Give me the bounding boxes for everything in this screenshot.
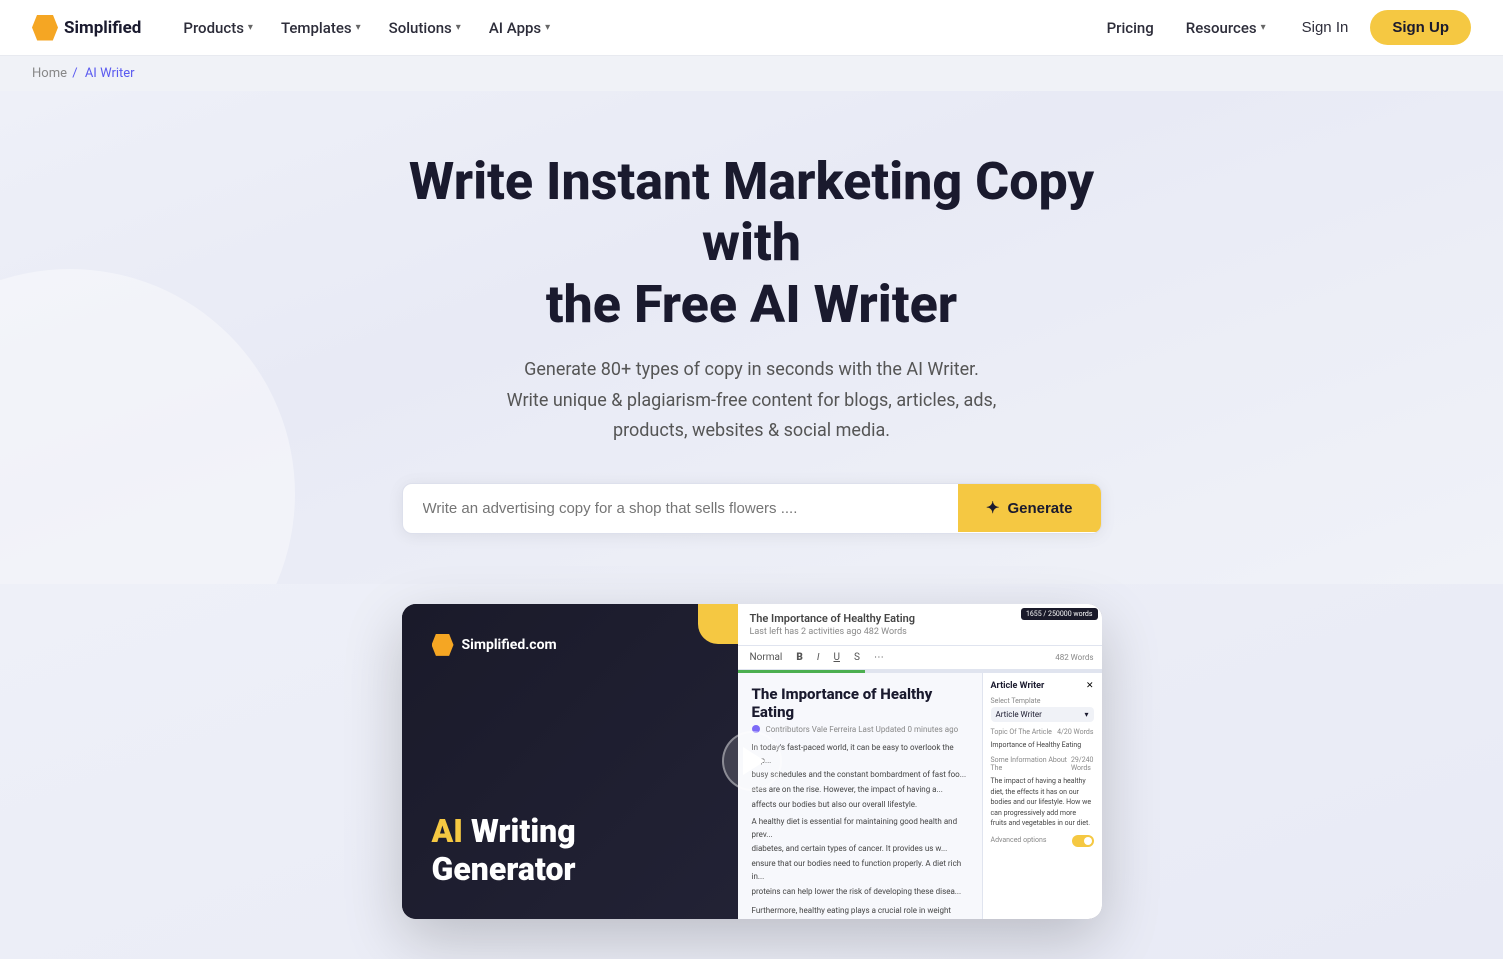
video-inner: Simplified.com AI WritingGenerator The I… [402, 604, 1102, 919]
doc-line-8: Furthermore, healthy eating plays a cruc… [752, 905, 968, 919]
doc-meta: Contributors Vale Ferreira Last Updated … [752, 725, 968, 734]
toolbar-underline[interactable]: U [829, 650, 843, 665]
generate-icon: ✦ [986, 498, 999, 518]
video-headline: AI WritingGenerator [432, 812, 708, 889]
hero-input-row: ✦ Generate [402, 483, 1102, 534]
doc-title-bar: The Importance of Healthy Eating Last le… [750, 612, 916, 637]
nav-templates[interactable]: Templates ▾ [267, 0, 375, 56]
hero-title: Write Instant Marketing Copy with the Fr… [372, 151, 1132, 335]
navbar: Simplified Products ▾ Templates ▾ Soluti… [0, 0, 1503, 56]
ai-sidebar-info-count: 29/240Words [1071, 756, 1094, 772]
ai-sidebar-topic-section: Topic Of The Article 4/20 Words Importan… [991, 728, 1094, 751]
video-headline-ai: AI [432, 812, 463, 850]
hero-subtitle: Generate 80+ types of copy in seconds wi… [462, 355, 1042, 447]
logo-icon [32, 15, 58, 41]
ai-sidebar-template-section: Select Template Article Writer ▾ [991, 697, 1094, 722]
chevron-down-icon: ▾ [456, 22, 461, 33]
doc-line-7: proteins can help lower the risk of deve… [752, 886, 968, 899]
chevron-down-icon: ▾ [356, 22, 361, 33]
chevron-down-icon: ▾ [1084, 710, 1088, 719]
breadcrumb-separator: / [72, 66, 77, 81]
nav-links: Products ▾ Templates ▾ Solutions ▾ AI Ap… [169, 0, 1092, 56]
breadcrumb-current: AI Writer [85, 66, 135, 81]
ai-sidebar-close-icon[interactable]: ✕ [1086, 681, 1094, 691]
signup-button[interactable]: Sign Up [1370, 10, 1471, 45]
ai-sidebar-topic-count: 4/20 Words [1057, 728, 1093, 736]
video-container: Simplified.com AI WritingGenerator The I… [402, 604, 1102, 919]
video-left-panel: Simplified.com AI WritingGenerator [402, 604, 738, 919]
generate-button[interactable]: ✦ Generate [958, 484, 1100, 532]
ai-sidebar-info-text: The impact of having a healthy diet, the… [991, 776, 1094, 829]
nav-pricing[interactable]: Pricing [1093, 0, 1168, 56]
video-brand: Simplified.com [432, 634, 708, 656]
doc-line-2: etes are on the rise. However, the impac… [752, 784, 968, 797]
doc-line-6: ensure that our bodies need to function … [752, 858, 968, 884]
ai-sidebar-topic-label: Topic Of The Article [991, 728, 1052, 736]
doc-meta-text: Contributors Vale Ferreira Last Updated … [766, 725, 959, 734]
word-count-badge: 1655 / 250000 words [1021, 608, 1098, 620]
logo-link[interactable]: Simplified [32, 15, 141, 41]
ai-sidebar-info-section: Some Information About The 29/240Words T… [991, 756, 1094, 829]
nav-products[interactable]: Products ▾ [169, 0, 267, 56]
ai-sidebar-template-label: Select Template [991, 697, 1094, 705]
hero-input[interactable] [403, 484, 959, 533]
logo-text: Simplified [64, 18, 141, 38]
signin-button[interactable]: Sign In [1284, 11, 1367, 44]
doc-tab-title: The Importance of Healthy Eating [750, 612, 916, 625]
nav-resources[interactable]: Resources ▾ [1172, 0, 1280, 56]
nav-ai-apps[interactable]: AI Apps ▾ [475, 0, 564, 56]
doc-line-5: diabetes, and certain types of cancer. I… [752, 843, 968, 856]
ai-sidebar-advanced-row: Advanced options [991, 835, 1094, 847]
video-brand-text: Simplified.com [462, 637, 557, 653]
chevron-down-icon: ▾ [545, 22, 550, 33]
toolbar-strikethrough[interactable]: S [850, 650, 864, 665]
breadcrumb-home-link[interactable]: Home [32, 66, 67, 81]
chevron-down-icon: ▾ [248, 22, 253, 33]
toolbar-italic[interactable]: I [813, 650, 824, 665]
doc-content: The Importance of Healthy Eating Contrib… [738, 673, 982, 919]
doc-line-0: In today's fast-paced world, it can be e… [752, 742, 968, 768]
doc-toolbar: Normal B I U S ⋯ 482 Words [738, 646, 1102, 670]
ai-sidebar-header: Article Writer ✕ [991, 681, 1094, 691]
hero-section: Write Instant Marketing Copy with the Fr… [0, 91, 1503, 584]
toolbar-bold[interactable]: B [792, 650, 806, 665]
toolbar-more[interactable]: ⋯ [870, 650, 888, 665]
video-brand-icon [432, 634, 454, 656]
breadcrumb: Home / AI Writer [0, 56, 1503, 91]
advanced-options-toggle[interactable] [1072, 835, 1094, 847]
doc-line-1: busy schedules and the constant bombardm… [752, 769, 968, 782]
ai-sidebar-topic-text: Importance of Healthy Eating [991, 740, 1094, 751]
toolbar-word-count: 482 Words [1055, 653, 1093, 662]
video-section: Simplified.com AI WritingGenerator The I… [0, 584, 1503, 959]
toolbar-normal[interactable]: Normal [746, 650, 787, 665]
doc-content-title: The Importance of Healthy Eating [752, 685, 968, 721]
nav-solutions[interactable]: Solutions ▾ [375, 0, 475, 56]
doc-body: The Importance of Healthy Eating Contrib… [738, 673, 1102, 919]
chevron-down-icon: ▾ [1261, 22, 1266, 33]
doc-line-4: A healthy diet is essential for maintain… [752, 816, 968, 842]
ai-sidebar-advanced-label: Advanced options [991, 836, 1047, 844]
ai-sidebar-info-label: Some Information About The [991, 756, 1071, 772]
doc-header: The Importance of Healthy Eating Last le… [738, 604, 1102, 646]
generate-label: Generate [1007, 500, 1072, 517]
video-right-panel: The Importance of Healthy Eating Last le… [738, 604, 1102, 919]
doc-line-3: affects our bodies but also our overall … [752, 799, 968, 812]
nav-right: Pricing Resources ▾ Sign In Sign Up [1093, 0, 1471, 56]
ai-sidebar: Article Writer ✕ Select Template Article… [982, 673, 1102, 919]
play-icon [743, 747, 765, 775]
doc-word-count: Last left has 2 activities ago 482 Words [750, 627, 916, 637]
ai-sidebar-template-value[interactable]: Article Writer ▾ [991, 707, 1094, 722]
ai-sidebar-title: Article Writer [991, 681, 1045, 691]
play-button[interactable] [722, 731, 782, 791]
